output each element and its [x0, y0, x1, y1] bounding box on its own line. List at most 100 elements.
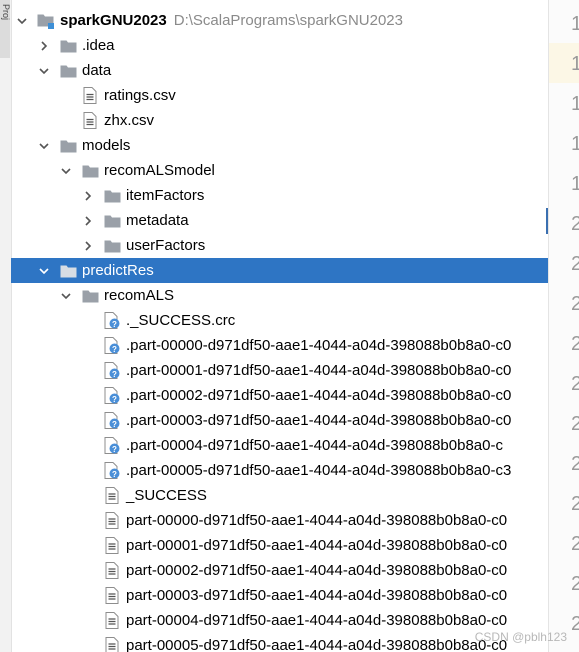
gutter-line: 2 [549, 243, 579, 283]
tree-folder-row[interactable]: .idea [11, 33, 548, 58]
module-path: D:\ScalaPrograms\sparkGNU2023 [173, 12, 403, 29]
editor-line-gutter: 1 1 1 1 1 2 2 2 2 2 2 2 2 2 2 2 [548, 0, 579, 652]
line-number: 1 [571, 133, 579, 156]
tree-file-row[interactable]: ? .part-00002-d971df50-aae1-4044-a04d-398… [11, 383, 548, 408]
tree-folder-row[interactable]: recomALS [11, 283, 548, 308]
line-number: 2 [571, 493, 579, 516]
line-number: 2 [571, 213, 579, 236]
gutter-line: 1 [549, 43, 579, 83]
tree-item-label: sparkGNU2023 D:\ScalaPrograms\sparkGNU202… [60, 12, 403, 29]
text-file-icon [103, 537, 121, 554]
svg-text:?: ? [112, 445, 117, 454]
tree-folder-row[interactable]: models [11, 133, 548, 158]
project-tool-tab[interactable]: Proj [0, 0, 11, 58]
text-file-icon [103, 512, 121, 529]
text-file-icon [103, 612, 121, 629]
tree-file-row[interactable]: part-00004-d971df50-aae1-4044-a04d-39808… [11, 608, 548, 633]
chevron-down-icon[interactable] [15, 8, 29, 33]
project-tree[interactable]: sparkGNU2023 D:\ScalaPrograms\sparkGNU202… [11, 8, 548, 652]
csv-file-icon [81, 87, 99, 104]
tree-file-row[interactable]: ? .part-00001-d971df50-aae1-4044-a04d-398… [11, 358, 548, 383]
folder-icon [59, 37, 77, 54]
tree-file-row[interactable]: _SUCCESS [11, 483, 548, 508]
svg-text:?: ? [112, 320, 117, 329]
tree-item-label: part-00002-d971df50-aae1-4044-a04d-39808… [126, 562, 508, 579]
tree-folder-row[interactable]: recomALSmodel [11, 158, 548, 183]
line-number: 2 [571, 253, 579, 276]
gutter-line: 1 [549, 3, 579, 43]
unknown-file-icon: ? [103, 312, 121, 329]
tree-file-row[interactable]: ? .part-00005-d971df50-aae1-4044-a04d-398… [11, 458, 548, 483]
tree-file-row[interactable]: ? .part-00000-d971df50-aae1-4044-a04d-398… [11, 333, 548, 358]
tree-file-row[interactable]: ? ._SUCCESS.crc [11, 308, 548, 333]
chevron-down-icon[interactable] [37, 258, 51, 283]
tree-item-label: .part-00004-d971df50-aae1-4044-a04d-3980… [126, 437, 503, 454]
folder-icon [59, 62, 77, 79]
chevron-down-icon[interactable] [37, 133, 51, 158]
unknown-file-icon: ? [103, 362, 121, 379]
chevron-right-icon[interactable] [81, 233, 95, 258]
chevron-right-icon[interactable] [81, 183, 95, 208]
line-number: 2 [571, 613, 579, 636]
svg-text:?: ? [112, 370, 117, 379]
chevron-right-icon[interactable] [81, 208, 95, 233]
tree-item-label: part-00000-d971df50-aae1-4044-a04d-39808… [126, 512, 508, 529]
line-number: 1 [571, 13, 579, 36]
tree-item-label: zhx.csv [104, 112, 155, 129]
tree-folder-row[interactable]: data [11, 58, 548, 83]
tree-item-label: .idea [82, 37, 115, 54]
gutter-line: 2 [549, 283, 579, 323]
line-number: 2 [571, 333, 579, 356]
tree-item-label: .part-00001-d971df50-aae1-4044-a04d-3980… [126, 362, 512, 379]
tree-item-label: userFactors [126, 237, 206, 254]
folder-icon [81, 287, 99, 304]
gutter-line: 1 [549, 163, 579, 203]
tree-folder-row[interactable]: userFactors [11, 233, 548, 258]
tree-item-label: part-00001-d971df50-aae1-4044-a04d-39808… [126, 537, 508, 554]
line-number: 2 [571, 573, 579, 596]
tree-item-label: part-00005-d971df50-aae1-4044-a04d-39808… [126, 637, 508, 652]
text-file-icon [103, 562, 121, 579]
tree-folder-row[interactable]: itemFactors [11, 183, 548, 208]
folder-icon [59, 262, 77, 279]
tree-file-row[interactable]: part-00000-d971df50-aae1-4044-a04d-39808… [11, 508, 548, 533]
chevron-down-icon[interactable] [37, 58, 51, 83]
tree-file-row[interactable]: part-00002-d971df50-aae1-4044-a04d-39808… [11, 558, 548, 583]
tree-item-label: .part-00000-d971df50-aae1-4044-a04d-3980… [126, 337, 512, 354]
tree-file-row[interactable]: ? .part-00003-d971df50-aae1-4044-a04d-398… [11, 408, 548, 433]
tree-item-label: metadata [126, 212, 189, 229]
svg-text:?: ? [112, 345, 117, 354]
tree-item-label: .part-00003-d971df50-aae1-4044-a04d-3980… [126, 412, 512, 429]
chevron-down-icon[interactable] [59, 283, 73, 308]
tree-item-label: recomALS [104, 287, 175, 304]
tree-item-label: itemFactors [126, 187, 205, 204]
tree-file-row[interactable]: part-00001-d971df50-aae1-4044-a04d-39808… [11, 533, 548, 558]
chevron-right-icon[interactable] [37, 33, 51, 58]
gutter-line: 2 [549, 323, 579, 363]
tree-item-label: .part-00002-d971df50-aae1-4044-a04d-3980… [126, 387, 512, 404]
line-number: 1 [571, 93, 579, 116]
tree-file-row[interactable]: part-00005-d971df50-aae1-4044-a04d-39808… [11, 633, 548, 652]
tree-folder-row[interactable]: metadata [11, 208, 548, 233]
tree-file-row[interactable]: ratings.csv [11, 83, 548, 108]
unknown-file-icon: ? [103, 437, 121, 454]
svg-text:?: ? [112, 420, 117, 429]
tree-file-row[interactable]: zhx.csv [11, 108, 548, 133]
line-number: 2 [571, 453, 579, 476]
tree-file-row[interactable]: part-00003-d971df50-aae1-4044-a04d-39808… [11, 583, 548, 608]
svg-text:?: ? [112, 470, 117, 479]
tree-folder-row[interactable]: sparkGNU2023 D:\ScalaPrograms\sparkGNU202… [11, 8, 548, 33]
module-folder-icon [37, 12, 55, 29]
tree-item-label: ._SUCCESS.crc [126, 312, 236, 329]
tree-folder-row[interactable]: predictRes [11, 258, 548, 283]
watermark: CSDN @pblh123 [474, 630, 567, 644]
gutter-line: 1 [549, 83, 579, 123]
csv-file-icon [81, 112, 99, 129]
tree-item-label: ratings.csv [104, 87, 176, 104]
tree-item-label: models [82, 137, 131, 154]
gutter-line: 2 [549, 363, 579, 403]
chevron-down-icon[interactable] [59, 158, 73, 183]
tree-file-row[interactable]: ? .part-00004-d971df50-aae1-4044-a04d-398… [11, 433, 548, 458]
text-file-icon [103, 587, 121, 604]
gutter-line: 2 [549, 203, 579, 243]
